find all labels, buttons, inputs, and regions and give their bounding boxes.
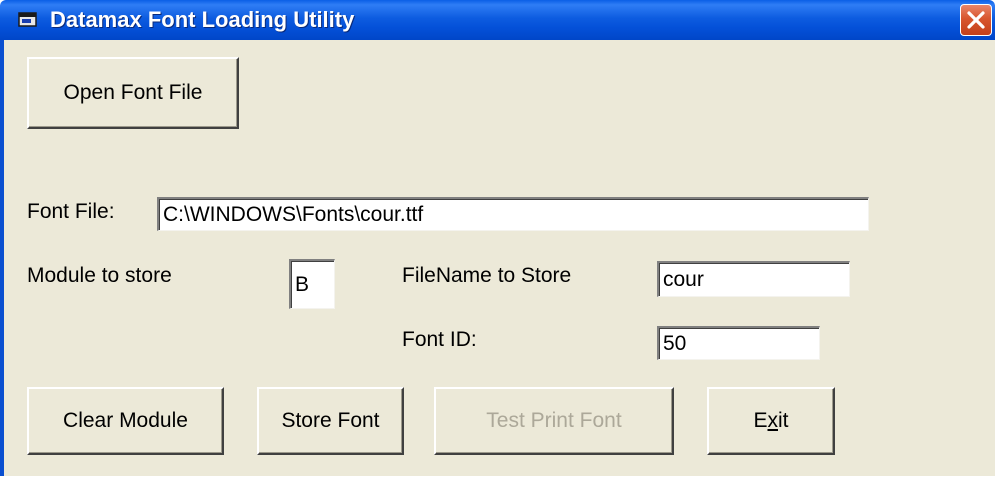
exit-button[interactable]: Exit: [707, 387, 835, 455]
exit-label: Exit: [753, 409, 789, 432]
store-font-label: Store Font: [281, 409, 380, 432]
open-font-file-button[interactable]: Open Font File: [27, 57, 239, 129]
store-font-button[interactable]: Store Font: [257, 387, 404, 455]
clear-module-label: Clear Module: [63, 409, 188, 432]
filename-field[interactable]: cour: [657, 261, 850, 297]
close-icon: [967, 11, 985, 29]
font-id-value: 50: [663, 331, 687, 355]
font-file-path-field[interactable]: C:\WINDOWS\Fonts\cour.ttf: [157, 197, 869, 231]
title-bar[interactable]: Datamax Font Loading Utility: [0, 0, 995, 40]
font-file-path-value: C:\WINDOWS\Fonts\cour.ttf: [163, 202, 424, 226]
clear-module-button[interactable]: Clear Module: [27, 387, 224, 455]
window-title: Datamax Font Loading Utility: [50, 7, 355, 32]
font-id-label: Font ID:: [402, 328, 477, 351]
test-print-font-label: Test Print Font: [486, 409, 622, 432]
font-id-field[interactable]: 50: [657, 326, 820, 360]
module-to-store-label: Module to store: [27, 264, 172, 287]
app-icon: [18, 12, 37, 27]
filename-to-store-label: FileName to Store: [402, 264, 572, 287]
font-loading-window: Datamax Font Loading Utility Open Font F…: [0, 0, 995, 486]
close-button[interactable]: [960, 4, 992, 36]
module-value: B: [295, 272, 310, 296]
test-print-font-button: Test Print Font: [434, 387, 674, 455]
open-font-file-label: Open Font File: [63, 81, 203, 104]
window-bottom-edge: [0, 476, 995, 486]
client-area: Open Font File Font File: C:\WINDOWS\Fon…: [0, 40, 995, 486]
filename-value: cour: [663, 267, 704, 291]
font-file-label: Font File:: [27, 200, 115, 223]
module-field[interactable]: B: [289, 259, 335, 309]
